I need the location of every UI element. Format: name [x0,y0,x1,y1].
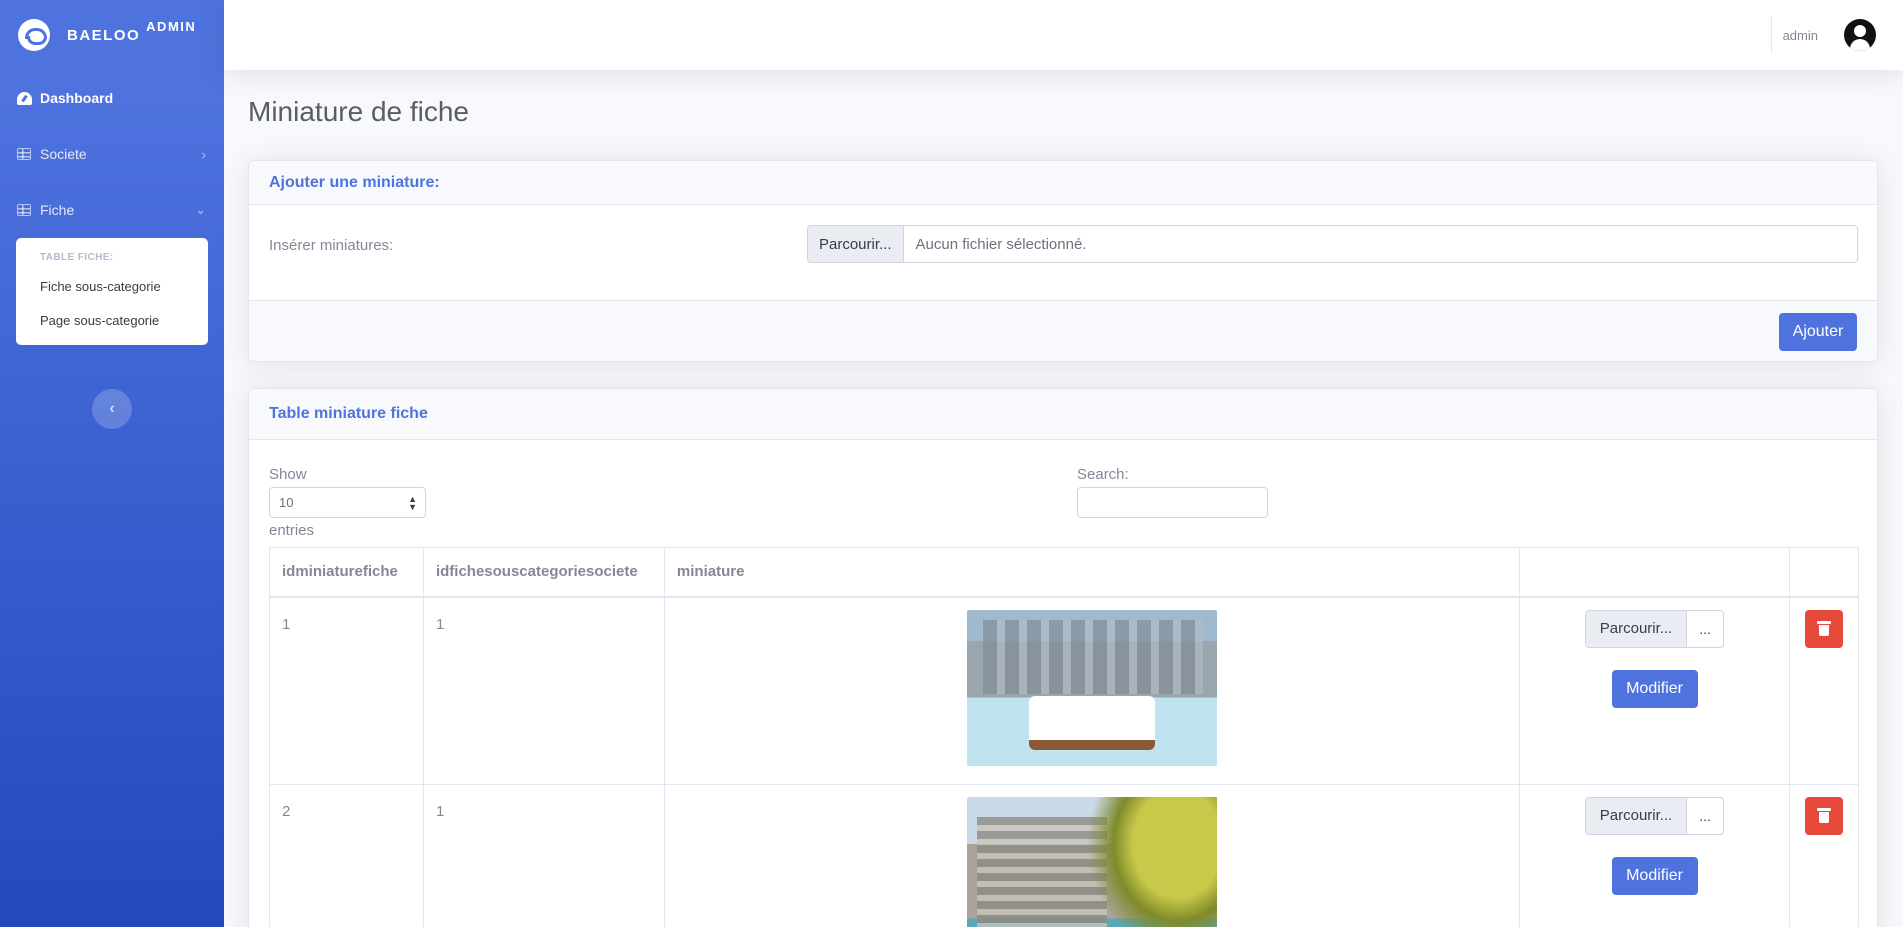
table-miniature-card: Table miniature fiche Show 10 ▲ ▼ entries… [248,388,1878,927]
miniature-table: idminiaturefiche idfichesouscategoriesoc… [269,547,1860,927]
sidebar-item-label: Fiche [40,202,75,218]
add-miniature-card-footer: Ajouter [249,300,1877,361]
cell-miniature [663,783,1521,927]
cell-miniature [663,596,1521,785]
chevron-down-icon: ⌄ [195,202,206,217]
brand[interactable]: Baeloo Admin [0,0,224,70]
hotel-pool-image [967,609,1218,766]
tachometer-icon [16,91,32,105]
row-file-input[interactable]: Parcourir... ... [1585,609,1725,648]
browse-button[interactable]: Parcourir... [808,226,904,262]
submenu-item-page-sous-categorie[interactable]: Page sous-categorie [16,303,208,337]
table-row: 2 1 Parcourir... ... Modifier [269,783,1860,927]
entries-label: entries [269,522,315,539]
cell-idminiaturefiche: 1 [269,596,424,785]
cell-idfichesouscategoriesociete: 1 [422,783,665,927]
submenu-item-fiche-sous-categorie[interactable]: Fiche sous-categorie [16,269,208,303]
row-file-status: ... [1699,620,1711,637]
chevron-left-icon: ‹ [109,400,115,417]
table-header-row: idminiaturefiche idfichesouscategoriesoc… [269,547,1860,598]
column-header-idfichesouscategoriesociete[interactable]: idfichesouscategoriesociete [422,547,665,598]
modify-button[interactable]: Modifier [1611,669,1698,708]
add-miniature-card: Ajouter une miniature: Insérer miniature… [248,160,1878,362]
row-browse-button[interactable]: Parcourir... [1586,610,1688,647]
cell-idminiaturefiche: 2 [269,783,424,927]
fiche-submenu: Table fiche: Fiche sous-categorie Page s… [16,238,208,345]
sidebar-item-label: Societe [40,146,87,162]
delete-button[interactable] [1804,609,1843,648]
entries-select-value: 10 [279,495,294,510]
column-header-delete [1788,547,1860,598]
add-button[interactable]: Ajouter [1779,313,1857,351]
topbar: admin [224,0,1903,70]
brand-suffix: Admin [146,18,197,34]
chevron-right-icon: › [201,146,206,162]
search-input[interactable] [1077,487,1268,518]
cell-idfichesouscategoriesociete: 1 [422,596,665,785]
cell-actions: Parcourir... ... Modifier [1519,596,1790,785]
show-label: Show [269,466,307,483]
file-status-text: Aucun fichier sélectionné. [915,235,1087,253]
column-header-actions [1519,547,1790,598]
table-icon [16,203,32,217]
search-label: Search: [1077,466,1129,483]
row-browse-button[interactable]: Parcourir... [1586,797,1688,834]
hotel-palm-image [967,796,1218,927]
sidebar-item-label: Dashboard [40,90,114,106]
sidebar-toggle-button[interactable]: ‹ [92,389,132,429]
submenu-header: Table fiche: [40,252,114,263]
laugh-wink-icon [18,19,50,51]
form-row: Insérer miniatures: Parcourir... Aucun f… [249,205,1877,300]
column-header-miniature[interactable]: miniature [663,547,1521,598]
table-icon [16,147,32,161]
trash-icon [1816,621,1831,636]
miniature-file-input[interactable]: Parcourir... Aucun fichier sélectionné. [807,225,1858,263]
user-avatar-icon[interactable] [1844,19,1876,51]
page-title: Miniature de fiche [248,96,470,127]
insert-miniatures-label: Insérer miniatures: [269,237,394,254]
datatable-controls: Show 10 ▲ ▼ entries Search: [249,440,1877,550]
brand-title: Baeloo Admin [67,19,196,44]
user-name[interactable]: admin [1783,28,1818,43]
sidebar-item-societe[interactable]: Societe › [0,126,224,182]
sidebar-item-dashboard[interactable]: Dashboard [0,70,224,126]
entries-select[interactable]: 10 ▲ ▼ [269,487,426,518]
column-header-idminiaturefiche[interactable]: idminiaturefiche [269,547,424,598]
cell-delete [1788,596,1860,785]
sidebar: Baeloo Admin Dashboard Societe › Fiche ⌄… [0,0,224,927]
modify-button[interactable]: Modifier [1611,856,1698,895]
cell-delete [1788,783,1860,927]
sidebar-item-fiche[interactable]: Fiche ⌄ [0,182,224,238]
brand-name: Baeloo [67,26,141,44]
delete-button[interactable] [1804,796,1843,835]
add-miniature-card-header: Ajouter une miniature: [249,161,1877,205]
row-file-status: ... [1699,807,1711,824]
row-file-input[interactable]: Parcourir... ... [1585,796,1725,835]
select-arrows-icon: ▲ ▼ [408,494,417,512]
cell-actions: Parcourir... ... Modifier [1519,783,1790,927]
topbar-divider [1771,16,1772,54]
table-miniature-card-header: Table miniature fiche [249,389,1877,440]
table-row: 1 1 Parcourir... ... Modifier [269,596,1860,785]
trash-icon [1816,808,1831,823]
